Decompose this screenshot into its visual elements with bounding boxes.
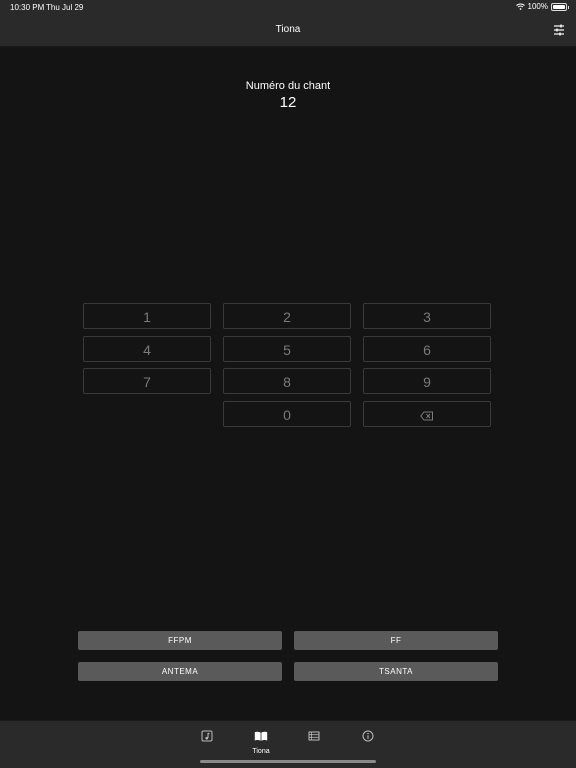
key-1[interactable]: 1 — [83, 303, 211, 329]
song-number-label: Numéro du chant — [245, 80, 331, 92]
tab-music[interactable] — [187, 729, 227, 747]
nav-bar: Tiona — [0, 16, 576, 47]
backspace-icon — [420, 411, 433, 421]
status-time: 10:30 PM — [10, 3, 45, 12]
song-number-value: 12 — [279, 94, 297, 111]
info-icon — [362, 730, 374, 742]
key-8[interactable]: 8 — [223, 368, 351, 394]
music-note-icon — [201, 730, 213, 742]
screen: 10:30 PM Thu Jul 29 100% Tiona Numéro du… — [0, 0, 576, 768]
ffpm-button[interactable]: FFPM — [78, 631, 282, 650]
battery-icon — [551, 2, 569, 11]
key-4[interactable]: 4 — [83, 336, 211, 362]
tab-tiona[interactable]: Tiona — [241, 729, 281, 755]
tab-list[interactable] — [294, 729, 334, 747]
status-bar: 10:30 PM Thu Jul 29 100% — [0, 0, 576, 16]
antema-button[interactable]: ANTEMA — [78, 662, 282, 681]
key-7[interactable]: 7 — [83, 368, 211, 394]
home-indicator — [200, 760, 376, 763]
backspace-button[interactable] — [363, 401, 491, 427]
tab-info[interactable] — [348, 729, 388, 747]
key-0[interactable]: 0 — [223, 401, 351, 427]
ff-button[interactable]: FF — [294, 631, 498, 650]
key-6[interactable]: 6 — [363, 336, 491, 362]
list-icon — [308, 731, 320, 741]
key-9[interactable]: 9 — [363, 368, 491, 394]
wifi-icon — [515, 3, 525, 10]
battery-percent: 100% — [527, 2, 548, 11]
status-right: 100% — [515, 2, 569, 11]
sliders-icon[interactable] — [552, 23, 566, 37]
key-5[interactable]: 5 — [223, 336, 351, 362]
tab-tiona-label: Tiona — [252, 748, 270, 755]
book-icon — [254, 731, 268, 741]
page-title: Tiona — [275, 24, 301, 35]
key-3[interactable]: 3 — [363, 303, 491, 329]
status-date: Thu Jul 29 — [46, 3, 84, 12]
tsanta-button[interactable]: TSANTA — [294, 662, 498, 681]
key-2[interactable]: 2 — [223, 303, 351, 329]
